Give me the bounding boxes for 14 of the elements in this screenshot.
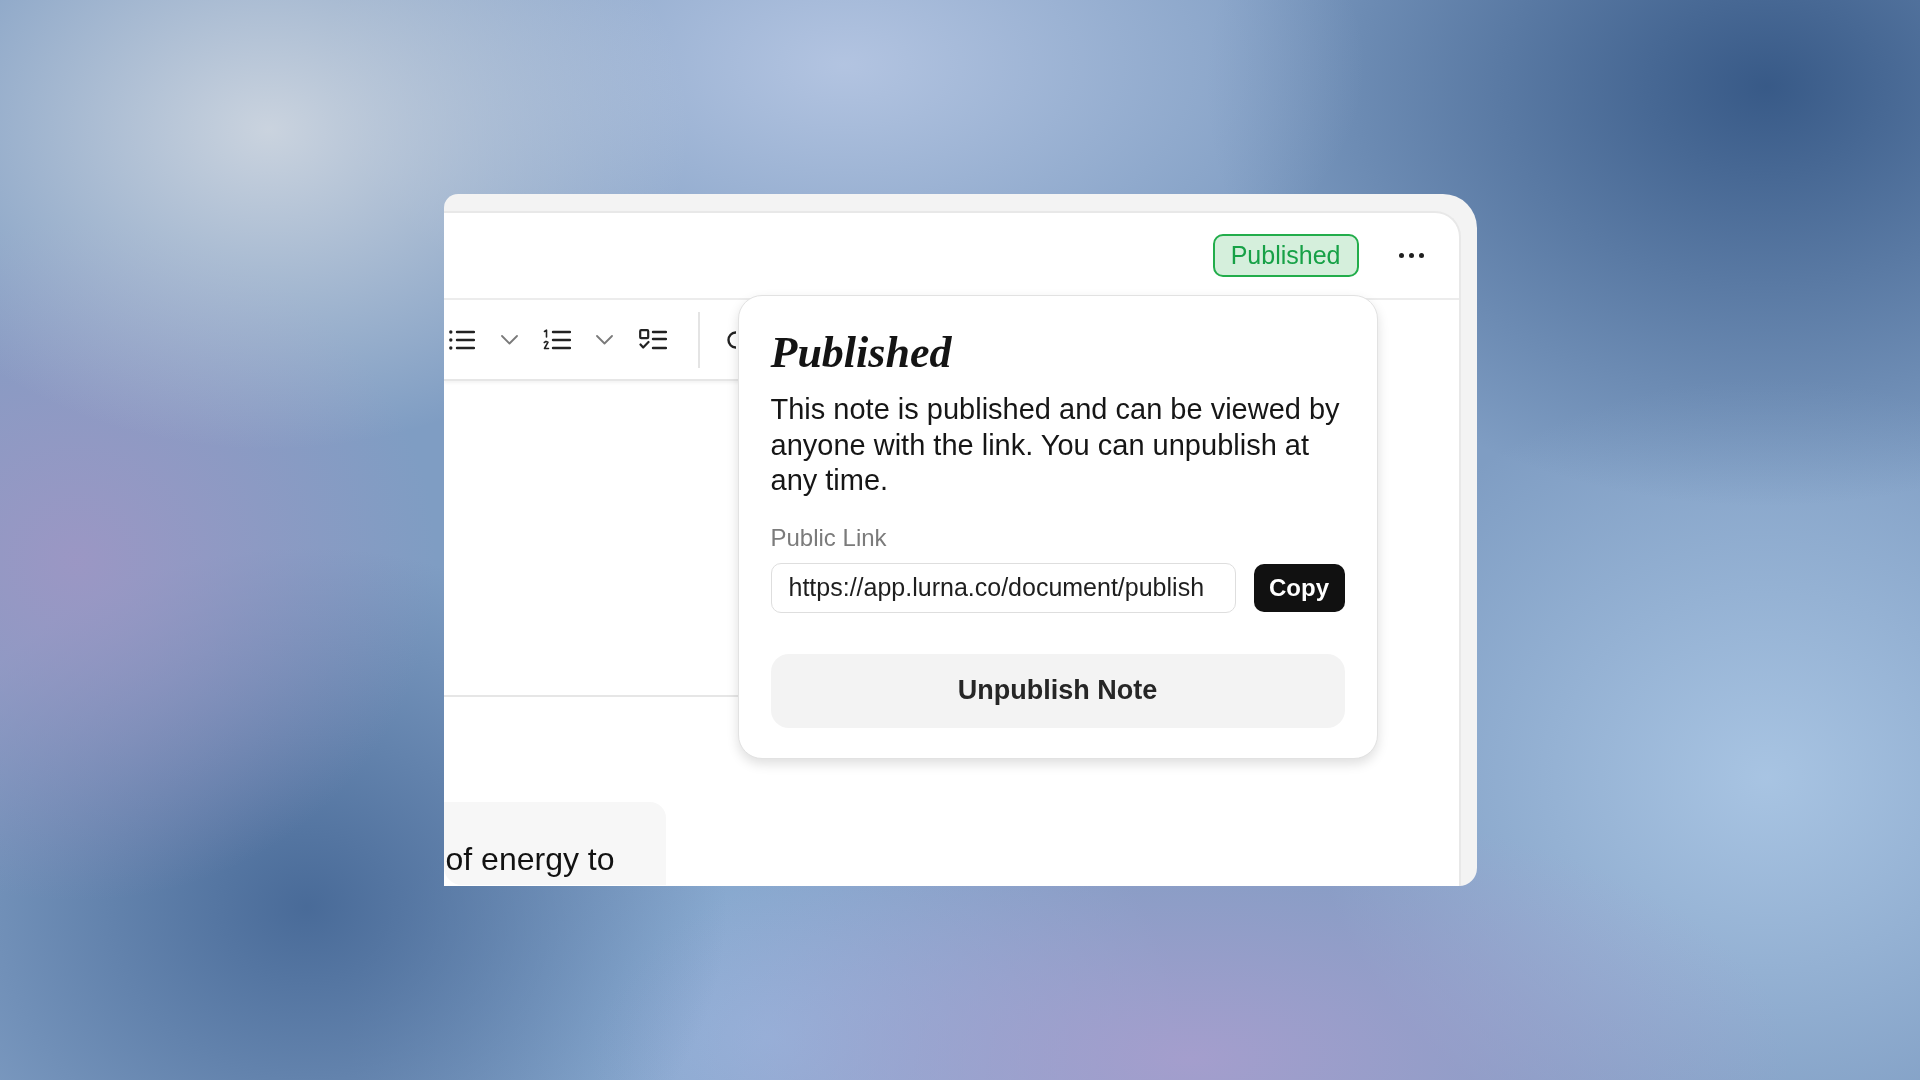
chevron-down-icon[interactable] [595,334,613,345]
copy-button[interactable]: Copy [1253,563,1345,612]
numbered-list-icon[interactable] [542,328,571,351]
popover-title: Published [770,329,952,377]
popover-description: This note is published and can be viewed by anyone with the link. You can unpublish at any time. [770,392,1341,498]
chevron-down-icon[interactable] [500,334,518,345]
editor-text: of energy to [445,840,615,879]
link-field[interactable]: https://app.lurna.co/document/publish [770,562,1236,613]
arc-icon[interactable] [726,330,736,349]
field-label: Public Link [770,523,887,552]
more-icon[interactable] [1398,253,1424,258]
bullet-list-icon[interactable] [448,329,475,350]
checklist-icon[interactable] [638,328,667,351]
unpublish-button[interactable]: Unpublish Note [770,653,1345,728]
